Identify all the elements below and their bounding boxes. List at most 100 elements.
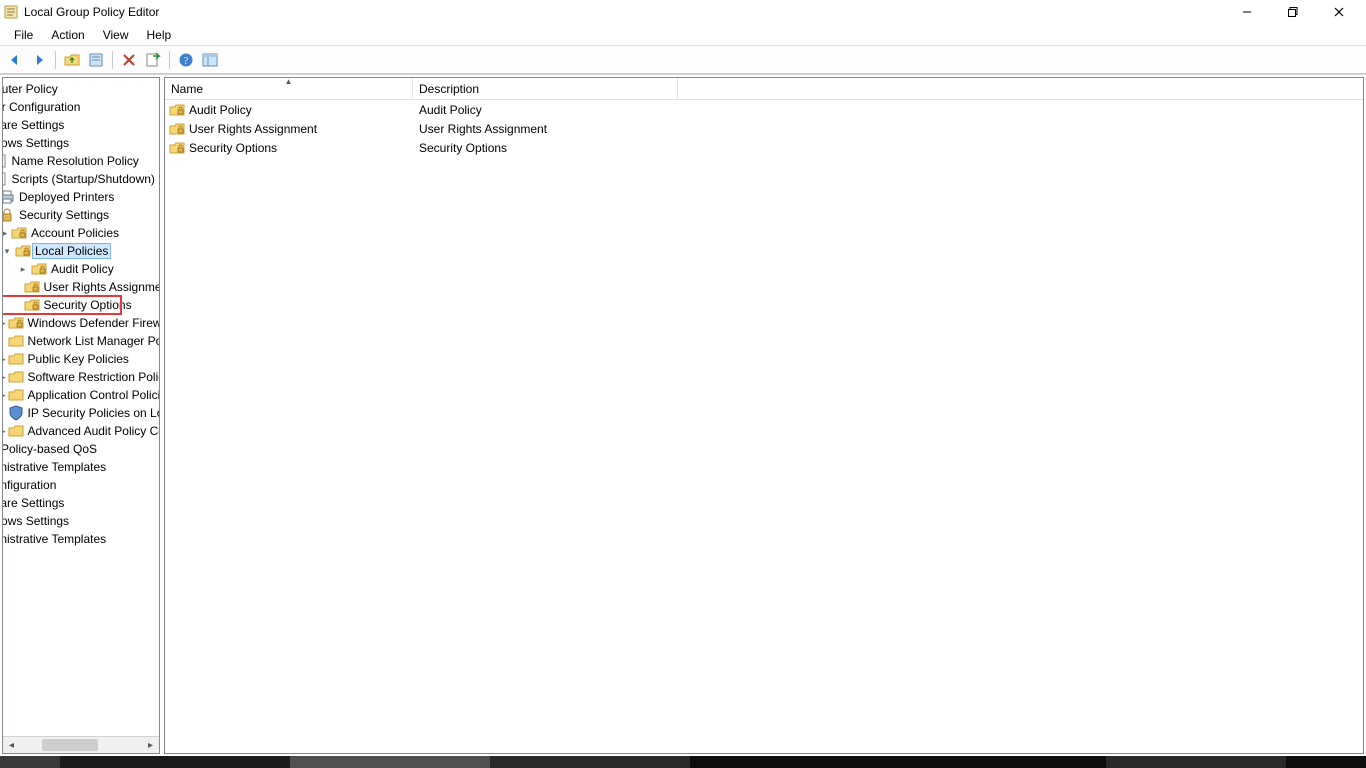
folder-lock-icon xyxy=(169,102,185,118)
folder-lock-icon xyxy=(169,121,185,137)
tree-item-label: ftware Settings xyxy=(3,118,66,132)
delete-icon[interactable] xyxy=(118,49,140,71)
tree-item[interactable]: ▸Configuration xyxy=(3,476,121,494)
folder-lock-icon xyxy=(24,279,40,295)
list-body[interactable]: Audit PolicyAudit PolicyUser Rights Assi… xyxy=(165,100,1363,753)
tree-item[interactable]: ▸ Audit Policy xyxy=(3,260,121,278)
tree-item[interactable]: ▸indows Settings xyxy=(3,512,121,530)
menu-help[interactable]: Help xyxy=(139,26,180,44)
folder-icon xyxy=(8,387,24,403)
tree-item[interactable]: ▾Local Policies xyxy=(3,242,121,260)
chevron-down-icon[interactable]: ▾ xyxy=(3,245,13,257)
minimize-button[interactable] xyxy=(1224,0,1270,24)
tree-pane: ▸mputer Policy▸uter Configuration▸ftware… xyxy=(2,77,160,754)
tree-item-label: Public Key Policies xyxy=(26,352,131,366)
column-header-description[interactable]: Description xyxy=(413,78,678,99)
tree-item-label: indows Settings xyxy=(3,514,71,528)
tree-item-label: Advanced Audit Policy Configuration xyxy=(26,424,159,438)
tree-item-label: Audit Policy xyxy=(49,262,116,276)
taskbar[interactable] xyxy=(0,756,1366,768)
tree-horizontal-scrollbar[interactable]: ◂ ▸ xyxy=(3,736,159,753)
tree-item-label: Software Restriction Policies xyxy=(26,370,159,384)
tree-item[interactable]: ▸ftware Settings xyxy=(3,116,121,134)
list-item-description: Security Options xyxy=(413,141,678,155)
tree-item[interactable]: ▸Network List Manager Policies xyxy=(3,332,121,350)
tree-item[interactable]: ▸mputer Policy xyxy=(3,80,121,98)
chevron-right-icon[interactable]: ▸ xyxy=(3,389,6,401)
tree-item[interactable]: ▸Windows Defender Firewall with Advanced… xyxy=(3,314,121,332)
maximize-button[interactable] xyxy=(1270,0,1316,24)
tree-item[interactable]: ▸Public Key Policies xyxy=(3,350,121,368)
chevron-right-icon[interactable]: ▸ xyxy=(3,425,6,437)
tree-item-label: Policy-based QoS xyxy=(3,442,99,456)
scroll-thumb[interactable] xyxy=(42,739,98,751)
tree-item[interactable]: ▸ Account Policies xyxy=(3,224,121,242)
properties-icon[interactable] xyxy=(85,49,107,71)
menu-view[interactable]: View xyxy=(95,26,137,44)
column-header-name[interactable]: ▲ Name xyxy=(165,78,413,99)
forward-icon[interactable] xyxy=(28,49,50,71)
list-item-name: Security Options xyxy=(189,141,277,155)
folder-icon xyxy=(8,333,24,349)
tree-item[interactable]: ▸uter Configuration xyxy=(3,98,121,116)
list-pane: ▲ Name Description Audit PolicyAudit Pol… xyxy=(164,77,1364,754)
tree-item-label: Account Policies xyxy=(29,226,121,240)
tree-item[interactable]: ▸Application Control Policies xyxy=(3,386,121,404)
tree-item-label: Network List Manager Policies xyxy=(26,334,159,348)
menu-file[interactable]: File xyxy=(6,26,41,44)
close-button[interactable] xyxy=(1316,0,1362,24)
window-title: Local Group Policy Editor xyxy=(24,5,159,19)
list-item[interactable]: Security Options Security Options xyxy=(165,138,1363,157)
body-area: ▸mputer Policy▸uter Configuration▸ftware… xyxy=(0,74,1366,756)
tree-item[interactable]: ▸lministrative Templates xyxy=(3,458,121,476)
folder-up-icon[interactable] xyxy=(61,49,83,71)
chevron-right-icon[interactable]: ▸ xyxy=(3,353,6,365)
tree-item-label: indows Settings xyxy=(3,136,71,150)
chevron-right-icon[interactable]: ▸ xyxy=(3,371,6,383)
scroll-right-icon[interactable]: ▸ xyxy=(142,737,159,754)
tree-item-label: ftware Settings xyxy=(3,496,66,510)
toolbar-separator xyxy=(169,51,170,69)
toolbar-separator xyxy=(55,51,56,69)
help-icon[interactable]: ? xyxy=(175,49,197,71)
app-icon xyxy=(4,4,20,20)
folder-icon xyxy=(8,351,24,367)
scroll-left-icon[interactable]: ◂ xyxy=(3,737,20,754)
tree-item[interactable]: ▸Software Restriction Policies xyxy=(3,368,121,386)
chevron-right-icon[interactable]: ▸ xyxy=(3,317,6,329)
tree-item[interactable]: ▸Security Settings xyxy=(3,206,121,224)
scroll-track[interactable] xyxy=(20,737,142,754)
list-item-name-cell: Audit Policy xyxy=(165,102,413,118)
tree-item[interactable]: ▸Advanced Audit Policy Configuration xyxy=(3,422,121,440)
back-icon[interactable] xyxy=(4,49,26,71)
list-header: ▲ Name Description xyxy=(165,78,1363,100)
shield-icon xyxy=(8,405,24,421)
tree-item[interactable]: ▸Deployed Printers xyxy=(3,188,121,206)
tree-item[interactable]: ▸Security Options xyxy=(3,296,121,314)
tree-item[interactable]: ▸Name Resolution Policy xyxy=(3,152,121,170)
tree-item[interactable]: ▸Scripts (Startup/Shutdown) xyxy=(3,170,121,188)
show-hide-tree-icon[interactable] xyxy=(199,49,221,71)
tree-item-label: Scripts (Startup/Shutdown) xyxy=(10,172,157,186)
chevron-right-icon[interactable]: ▸ xyxy=(3,227,9,239)
tree-item[interactable]: ▸indows Settings xyxy=(3,134,121,152)
export-icon[interactable] xyxy=(142,49,164,71)
folder-lock-icon xyxy=(31,261,47,277)
tree-item[interactable]: ▸IP Security Policies on Local Computer xyxy=(3,404,121,422)
list-item[interactable]: Audit PolicyAudit Policy xyxy=(165,100,1363,119)
column-header-description-label: Description xyxy=(419,82,479,96)
window-titlebar: Local Group Policy Editor xyxy=(0,0,1366,24)
tree-item[interactable]: ▸ftware Settings xyxy=(3,494,121,512)
menu-action[interactable]: Action xyxy=(43,26,92,44)
tree-item[interactable]: ▸lministrative Templates xyxy=(3,530,121,548)
chevron-right-icon[interactable]: ▸ xyxy=(17,263,29,275)
list-item[interactable]: User Rights AssignmentUser Rights Assign… xyxy=(165,119,1363,138)
tree-item-label: Security Settings xyxy=(17,208,111,222)
list-item-description: Audit Policy xyxy=(413,103,678,117)
tree-item-label: lministrative Templates xyxy=(3,532,108,546)
folder-icon xyxy=(8,423,24,439)
tree-item[interactable]: ▸User Rights Assignment xyxy=(3,278,121,296)
tree-scroll[interactable]: ▸mputer Policy▸uter Configuration▸ftware… xyxy=(3,78,159,736)
folder-lock-icon xyxy=(169,140,185,156)
tree-item[interactable]: ▸Policy-based QoS xyxy=(3,440,121,458)
